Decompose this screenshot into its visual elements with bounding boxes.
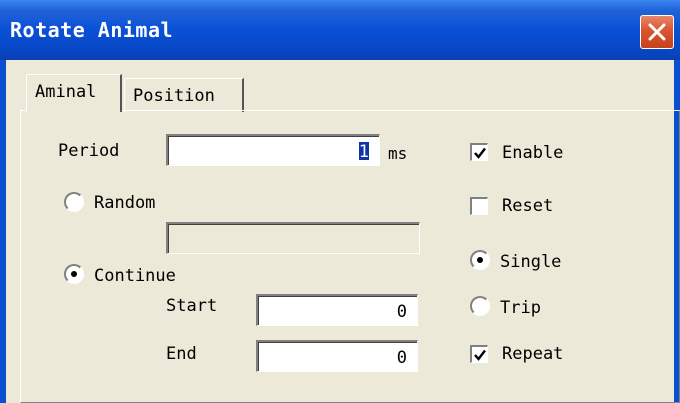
repeat-checkbox[interactable] (470, 345, 488, 363)
start-label: Start (166, 296, 218, 316)
dialog-window: Rotate Animal Position Aminal Period 1 m… (0, 0, 680, 403)
window-title: Rotate Animal (10, 18, 174, 42)
start-value: 0 (396, 302, 407, 322)
repeat-label: Repeat (502, 344, 564, 364)
single-label: Single (500, 252, 562, 272)
period-label: Period (58, 141, 120, 161)
check-icon (474, 147, 486, 159)
random-field (166, 222, 420, 254)
tab-position[interactable]: Position (124, 78, 244, 112)
check-icon (474, 349, 486, 361)
continue-label: Continue (94, 266, 176, 286)
continue-radio[interactable] (64, 264, 84, 284)
single-radio[interactable] (470, 250, 490, 270)
close-icon (648, 23, 666, 41)
period-value: 1 (358, 142, 369, 162)
period-unit: ms (388, 144, 408, 163)
reset-label: Reset (502, 196, 554, 216)
radio-dot-icon (477, 257, 483, 263)
period-field[interactable]: 1 (166, 134, 380, 166)
enable-checkbox[interactable] (470, 143, 488, 161)
end-label: End (166, 344, 197, 364)
tab-aminal[interactable]: Aminal (26, 74, 122, 112)
trip-radio[interactable] (470, 296, 490, 316)
start-field[interactable]: 0 (256, 294, 418, 326)
random-radio[interactable] (64, 192, 84, 212)
radio-dot-icon (71, 271, 77, 277)
end-field[interactable]: 0 (256, 340, 418, 372)
tab-aminal-label: Aminal (35, 82, 97, 102)
enable-label: Enable (502, 143, 564, 163)
random-label: Random (94, 193, 156, 213)
tab-position-label: Position (133, 86, 215, 106)
trip-label: Trip (500, 298, 541, 318)
reset-checkbox[interactable] (470, 197, 488, 215)
close-button[interactable] (640, 15, 674, 49)
window-frame-left (0, 60, 6, 403)
end-value: 0 (396, 348, 407, 368)
title-bar[interactable]: Rotate Animal (0, 0, 680, 60)
